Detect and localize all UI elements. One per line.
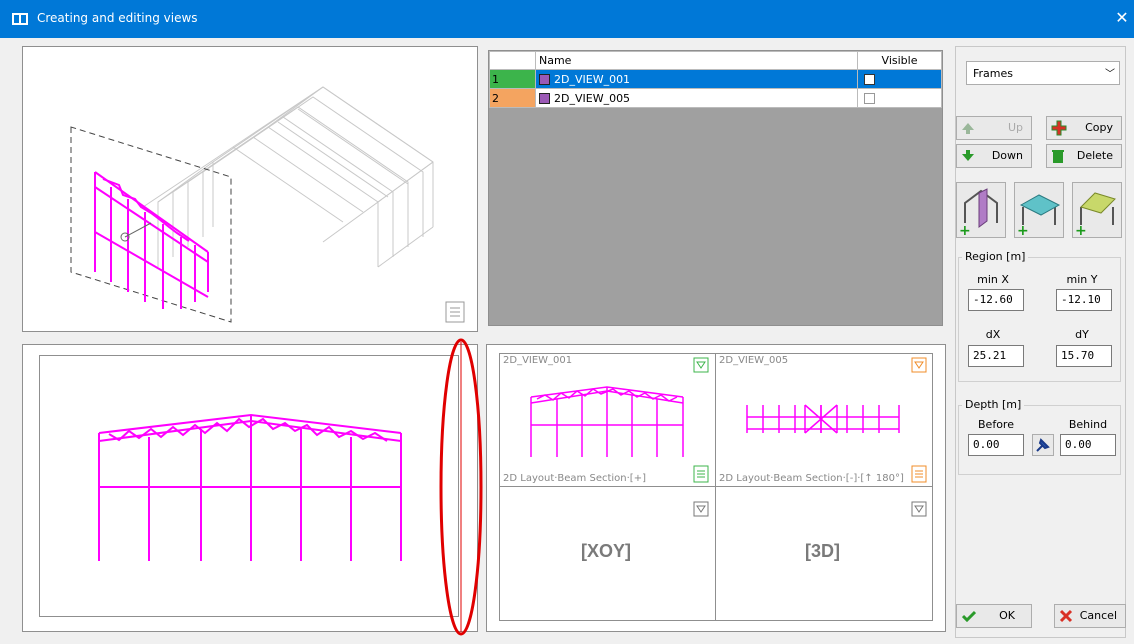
svg-text:+: + [1017,223,1029,237]
link-depth-button[interactable] [1032,434,1054,456]
dx-label: dX [985,328,1001,341]
preview-3d-panel[interactable] [22,46,478,332]
column-header-name[interactable]: Name [535,51,858,70]
views-table: Name Visible 1 2D_VIEW_001 2 2D_VIEW_005 [489,51,942,108]
views-table-container: Name Visible 1 2D_VIEW_001 2 2D_VIEW_005 [488,50,943,326]
svg-text:+: + [1075,223,1087,237]
column-header-visible[interactable]: Visible [857,51,942,70]
view-cell-1-list-icon[interactable] [693,465,709,483]
visible-checkbox[interactable] [864,93,875,104]
ok-button[interactable]: OK [956,604,1032,628]
dx-field[interactable]: 25.21 [968,345,1024,367]
dy-label: dY [1075,328,1089,341]
svg-text:+: + [959,223,971,237]
x-icon [1059,609,1073,623]
view-cell-2-list-icon[interactable] [911,465,927,483]
view-cell-2-caption: 2D Layout·Beam Section·[-]·[↑ 180°] [719,473,904,484]
corner-header [489,51,536,70]
arrow-down-icon [962,150,974,161]
app-icon [12,13,28,25]
min-y-label: min Y [1066,273,1098,286]
view-cell-3-menu-icon[interactable] [693,501,709,517]
view-cell-4-menu-icon[interactable] [911,501,927,517]
preview-2d-panel[interactable] [22,344,478,632]
view-cell-2-menu-icon[interactable] [911,357,927,373]
trash-icon [1052,150,1064,163]
view-name: 2D_VIEW_001 [554,72,631,86]
cancel-button[interactable]: Cancel [1054,604,1126,628]
visible-checkbox[interactable] [864,74,875,85]
structure-3d-drawing [70,86,434,323]
window-title: Creating and editing views [37,11,198,25]
down-button[interactable]: Down [956,144,1032,168]
frame-2d-drawing [98,413,402,561]
close-icon[interactable]: ✕ [1112,8,1132,28]
red-ellipse-annotation [439,338,483,636]
view-icon [539,74,550,85]
table-row[interactable]: 1 2D_VIEW_001 [489,69,942,89]
min-x-field[interactable]: -12.60 [968,289,1024,311]
title-bar: Creating and editing views ✕ [0,0,1134,38]
delete-button[interactable]: Delete [1046,144,1122,168]
depth-title: Depth [m] [962,398,1025,411]
pin-icon [1036,438,1050,452]
view-cell-2-name: 2D_VIEW_005 [719,355,789,366]
view-cell-1-name: 2D_VIEW_001 [503,355,573,366]
add-roof-view-button[interactable]: + [1072,182,1122,239]
view-cell-3-label: [XOY] [581,541,632,561]
region-title: Region [m] [962,250,1029,263]
layout-panel: 2D_VIEW_001 2D Layout·Beam Section·[+] 2… [486,344,946,632]
add-vertical-view-button[interactable]: + [956,182,1006,239]
before-field[interactable]: 0.00 [968,434,1024,456]
view-cell-2-thumbnail [746,404,900,434]
view-cell-1-menu-icon[interactable] [693,357,709,373]
view-cell-1-caption: 2D Layout·Beam Section·[+] [503,473,646,484]
add-horizontal-view-button[interactable]: + [1014,182,1064,239]
menu-icon[interactable] [445,301,465,323]
chevron-down-icon: ﹀ [1105,69,1115,80]
min-y-field[interactable]: -12.10 [1056,289,1112,311]
row-number: 2 [489,88,536,108]
frames-dropdown[interactable]: Frames ﹀ [966,61,1120,85]
frame-horizontal-icon: + [1017,194,1061,239]
arrow-up-icon [962,123,974,134]
behind-field[interactable]: 0.00 [1060,434,1116,456]
up-button[interactable]: Up [956,116,1032,140]
row-number: 1 [489,69,536,89]
frame-roof-icon: + [1075,192,1116,239]
view-name: 2D_VIEW_005 [554,91,631,105]
min-x-label: min X [977,273,1009,286]
view-cell-4-label: [3D] [805,541,840,561]
check-icon [962,610,976,622]
plus-icon [1051,120,1067,136]
frame-vertical-icon: + [959,188,998,239]
table-row[interactable]: 2 2D_VIEW_005 [489,88,942,108]
view-icon [539,93,550,104]
copy-button[interactable]: Copy [1046,116,1122,140]
before-label: Before [978,418,1014,431]
behind-label: Behind [1068,418,1108,431]
view-cell-1-thumbnail [530,386,684,457]
dy-field[interactable]: 15.70 [1056,345,1112,367]
